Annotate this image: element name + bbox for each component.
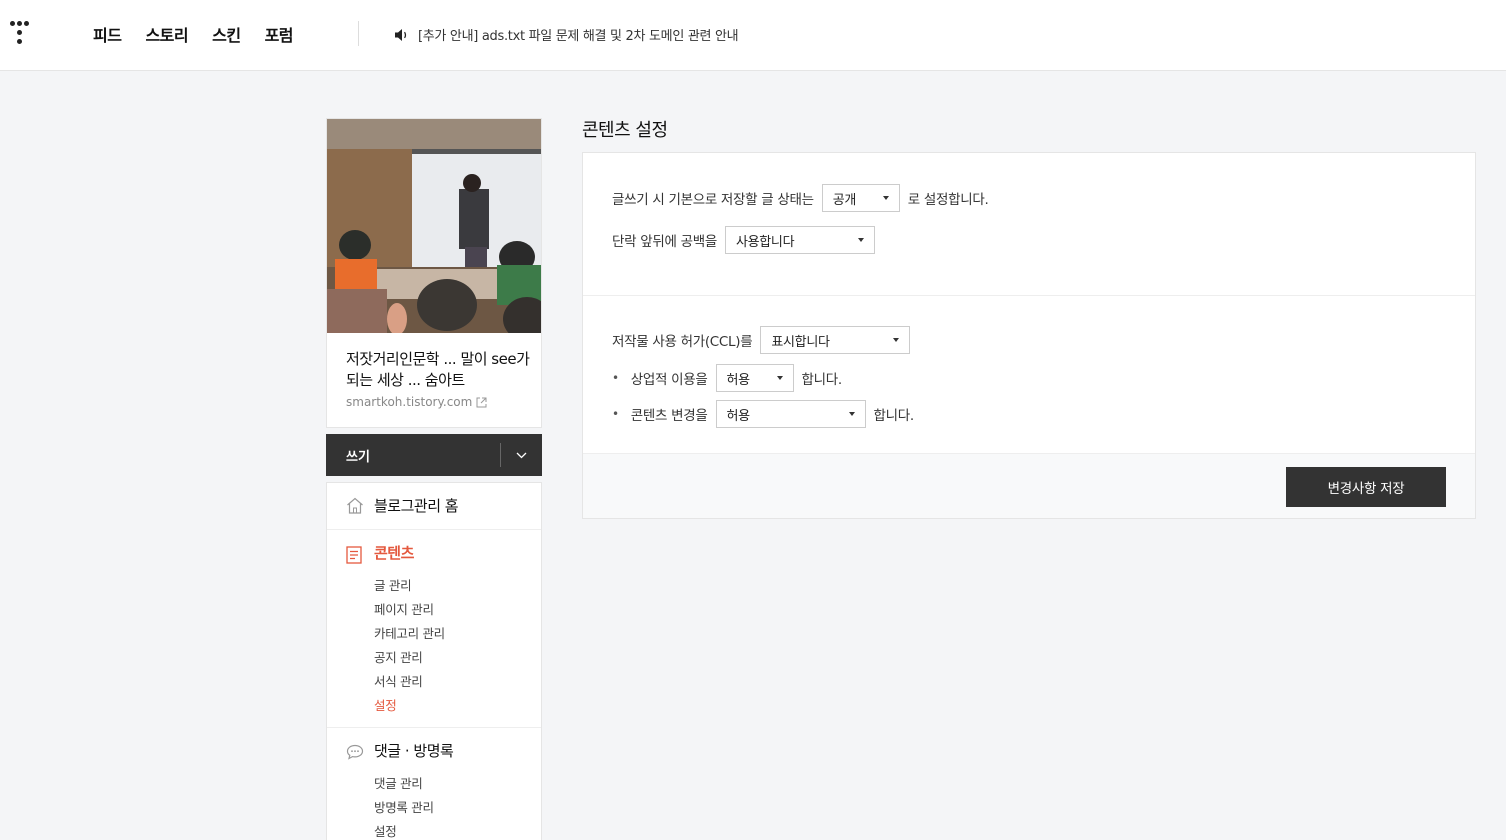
blog-title[interactable]: 저잣거리인문학 ... 말이 see가 되는 세상 ... 숨아트 <box>346 349 531 391</box>
caret-down-icon <box>848 412 855 416</box>
ccl-label: 저작물 사용 허가(CCL)를 <box>612 334 753 350</box>
menu-blog-home-label[interactable]: 블로그관리 홈 <box>374 495 459 516</box>
menu-post-management[interactable]: 글 관리 <box>374 575 412 594</box>
modification-row: • 콘텐츠 변경을 허용 합니다. <box>612 400 914 428</box>
default-state-label: 글쓰기 시 기본으로 저장할 글 상태는 <box>612 192 814 208</box>
page-title: 콘텐츠 설정 <box>582 120 668 141</box>
speaker-icon <box>395 28 407 41</box>
menu-section-contents: 콘텐츠 글 관리 페이지 관리 카테고리 관리 공지 관리 서식 관리 설정 <box>327 530 541 728</box>
top-bar: 피드 스토리 스킨 포럼 [추가 안내] ads.txt 파일 문제 해결 및 … <box>0 0 1506 71</box>
bullet-icon: • <box>612 371 619 385</box>
menu-comments-heading[interactable]: 댓글 · 방명록 <box>374 740 454 761</box>
commercial-use-select[interactable]: 허용 <box>715 364 794 392</box>
commercial-use-label: 상업적 이용을 <box>630 372 708 388</box>
nav-forum[interactable]: 포럼 <box>265 22 294 46</box>
commercial-use-suffix: 합니다. <box>801 372 843 388</box>
nav-story[interactable]: 스토리 <box>145 22 188 46</box>
paragraph-space-value: 사용합니다 <box>735 234 795 250</box>
bullet-icon: • <box>612 407 619 421</box>
menu-guestbook-management[interactable]: 방명록 관리 <box>374 797 434 816</box>
nav-feed[interactable]: 피드 <box>93 22 122 46</box>
main-nav: 피드 스토리 스킨 포럼 <box>93 22 294 46</box>
ccl-row: 저작물 사용 허가(CCL)를 표시합니다 <box>612 326 911 354</box>
caret-down-icon <box>882 196 889 200</box>
home-icon <box>347 497 363 514</box>
chevron-down-icon <box>516 452 527 458</box>
paragraph-space-label: 단락 앞뒤에 공백을 <box>612 234 717 250</box>
write-bar: 쓰기 <box>326 434 542 476</box>
admin-menu: 블로그관리 홈 콘텐츠 글 관리 페이지 관리 카테고리 관리 공지 관리 서식… <box>326 482 542 840</box>
write-button[interactable]: 쓰기 <box>346 446 370 465</box>
caret-down-icon <box>857 238 864 242</box>
blog-profile-card: 저잣거리인문학 ... 말이 see가 되는 세상 ... 숨아트 smartk… <box>326 118 542 428</box>
paragraph-space-select[interactable]: 사용합니다 <box>724 226 875 254</box>
tistory-logo-icon[interactable] <box>8 20 36 48</box>
paragraph-space-row: 단락 앞뒤에 공백을 사용합니다 <box>612 226 875 254</box>
notice-banner[interactable]: [추가 안내] ads.txt 파일 문제 해결 및 2차 도메인 관련 안내 <box>394 25 739 44</box>
modification-label: 콘텐츠 변경을 <box>630 408 708 424</box>
commercial-use-value: 허용 <box>726 372 751 388</box>
menu-notice-management[interactable]: 공지 관리 <box>374 647 423 666</box>
external-link-icon <box>476 397 487 407</box>
document-icon <box>346 546 362 564</box>
commercial-use-row: • 상업적 이용을 허용 합니다. <box>612 364 842 392</box>
menu-page-management[interactable]: 페이지 관리 <box>374 599 434 618</box>
caret-down-icon <box>893 338 900 342</box>
modification-suffix: 합니다. <box>873 408 915 424</box>
blog-profile-image[interactable] <box>327 119 541 333</box>
ccl-select[interactable]: 표시합니다 <box>760 326 911 354</box>
nav-skin[interactable]: 스킨 <box>212 22 241 46</box>
settings-panel: 글쓰기 시 기본으로 저장할 글 상태는 공개 로 설정합니다. 단락 앞뒤에 … <box>582 152 1476 519</box>
default-state-value: 공개 <box>832 192 857 208</box>
menu-comment-management[interactable]: 댓글 관리 <box>374 773 423 792</box>
blog-url-text[interactable]: smartkoh.tistory.com <box>346 395 472 409</box>
default-state-row: 글쓰기 시 기본으로 저장할 글 상태는 공개 로 설정합니다. <box>612 184 989 212</box>
notice-text[interactable]: [추가 안내] ads.txt 파일 문제 해결 및 2차 도메인 관련 안내 <box>418 25 739 44</box>
write-dropdown-toggle[interactable] <box>501 434 542 476</box>
default-state-suffix: 로 설정합니다. <box>907 192 989 208</box>
modification-select[interactable]: 허용 <box>715 400 866 428</box>
menu-contents-settings[interactable]: 설정 <box>374 695 397 714</box>
menu-comments-settings[interactable]: 설정 <box>374 821 397 840</box>
ccl-value: 표시합니다 <box>771 334 830 350</box>
menu-section-comments: 댓글 · 방명록 댓글 관리 방명록 관리 설정 <box>327 728 541 840</box>
blog-url-link[interactable]: smartkoh.tistory.com <box>346 395 487 409</box>
caret-down-icon <box>776 376 783 380</box>
menu-category-management[interactable]: 카테고리 관리 <box>374 623 445 642</box>
nav-divider <box>358 21 359 46</box>
panel-divider <box>583 295 1475 296</box>
modification-value: 허용 <box>726 408 751 424</box>
menu-blog-home[interactable]: 블로그관리 홈 <box>327 483 541 530</box>
default-state-select[interactable]: 공개 <box>821 184 900 212</box>
speech-bubble-icon <box>346 744 364 760</box>
panel-footer: 변경사항 저장 <box>583 453 1475 518</box>
save-changes-button[interactable]: 변경사항 저장 <box>1286 467 1446 507</box>
menu-contents-heading[interactable]: 콘텐츠 <box>374 542 414 563</box>
menu-template-management[interactable]: 서식 관리 <box>374 671 423 690</box>
